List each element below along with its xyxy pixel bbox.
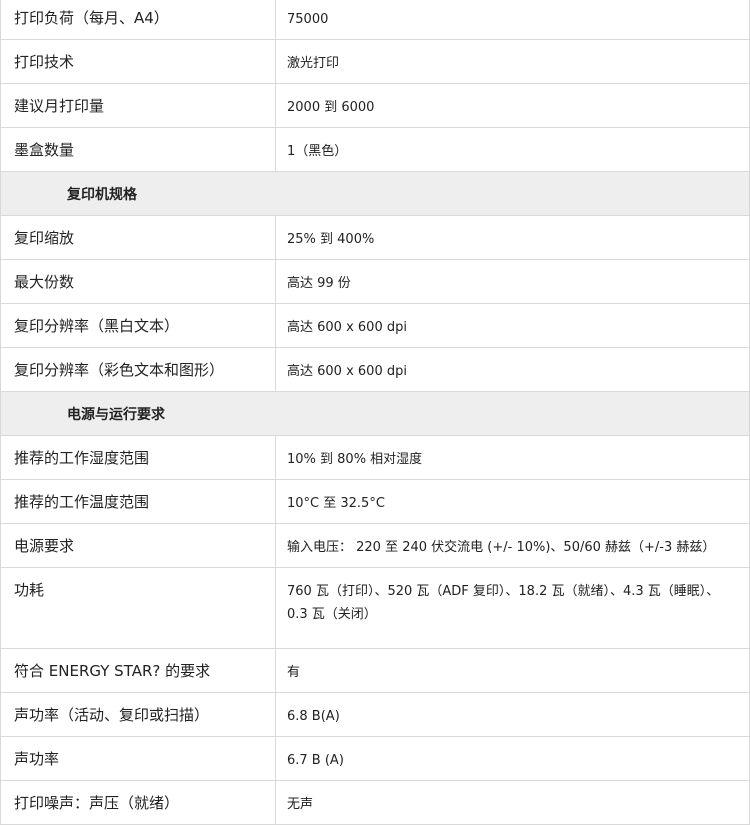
- section-header-row: 复印机规格: [0, 171, 750, 216]
- table-row: 墨盒数量 1（黑色）: [0, 127, 750, 172]
- row-value: 输入电压： 220 至 240 伏交流电 (+/- 10%)、50/60 赫兹（…: [275, 523, 750, 568]
- specs-table: 打印负荷（每月、A4） 75000 打印技术 激光打印 建议月打印量 2000 …: [0, 0, 750, 825]
- table-row: 打印负荷（每月、A4） 75000: [0, 0, 750, 40]
- row-label: 功耗: [0, 567, 276, 649]
- table-row: 推荐的工作湿度范围 10% 到 80% 相对湿度: [0, 435, 750, 480]
- row-value: 2000 到 6000: [275, 83, 750, 128]
- row-value: 25% 到 400%: [275, 215, 750, 260]
- table-row: 复印缩放 25% 到 400%: [0, 215, 750, 260]
- row-value: 6.7 B (A): [275, 736, 750, 781]
- row-value: 1（黑色）: [275, 127, 750, 172]
- row-label: 复印缩放: [0, 215, 276, 260]
- section-header-row: 电源与运行要求: [0, 391, 750, 436]
- row-value-line: 760 瓦（打印）、520 瓦（ADF 复印）、18.2 瓦（就绪）、4.3 瓦…: [287, 584, 720, 599]
- row-value: 有: [275, 648, 750, 693]
- table-row: 建议月打印量 2000 到 6000: [0, 83, 750, 128]
- row-label: 推荐的工作湿度范围: [0, 435, 276, 480]
- row-label: 电源要求: [0, 523, 276, 568]
- row-label: 声功率: [0, 736, 276, 781]
- section-title: 电源与运行要求: [0, 391, 750, 436]
- row-label: 复印分辨率（黑白文本）: [0, 303, 276, 348]
- row-label: 声功率（活动、复印或扫描）: [0, 692, 276, 737]
- table-row: 声功率（活动、复印或扫描） 6.8 B(A): [0, 692, 750, 737]
- table-row: 复印分辨率（黑白文本） 高达 600 x 600 dpi: [0, 303, 750, 348]
- row-label: 打印技术: [0, 39, 276, 84]
- row-label: 建议月打印量: [0, 83, 276, 128]
- table-row: 功耗 760 瓦（打印）、520 瓦（ADF 复印）、18.2 瓦（就绪）、4.…: [0, 567, 750, 649]
- table-row: 声功率 6.7 B (A): [0, 736, 750, 781]
- table-row: 复印分辨率（彩色文本和图形） 高达 600 x 600 dpi: [0, 347, 750, 392]
- section-title: 复印机规格: [0, 171, 750, 216]
- row-value: 6.8 B(A): [275, 692, 750, 737]
- row-label: 复印分辨率（彩色文本和图形）: [0, 347, 276, 392]
- table-row: 符合 ENERGY STAR? 的要求 有: [0, 648, 750, 693]
- table-row: 最大份数 高达 99 份: [0, 259, 750, 304]
- row-value: 760 瓦（打印）、520 瓦（ADF 复印）、18.2 瓦（就绪）、4.3 瓦…: [275, 567, 750, 649]
- row-value: 激光打印: [275, 39, 750, 84]
- row-label: 推荐的工作温度范围: [0, 479, 276, 524]
- row-label: 墨盒数量: [0, 127, 276, 172]
- row-value: 10% 到 80% 相对湿度: [275, 435, 750, 480]
- row-value: 高达 600 x 600 dpi: [275, 303, 750, 348]
- row-label: 最大份数: [0, 259, 276, 304]
- table-row: 推荐的工作温度范围 10°C 至 32.5°C: [0, 479, 750, 524]
- row-label: 符合 ENERGY STAR? 的要求: [0, 648, 276, 693]
- row-label: 打印负荷（每月、A4）: [0, 0, 276, 40]
- table-row: 打印技术 激光打印: [0, 39, 750, 84]
- row-value: 10°C 至 32.5°C: [275, 479, 750, 524]
- row-value-line: 0.3 瓦（关闭）: [287, 607, 377, 622]
- row-value: 高达 600 x 600 dpi: [275, 347, 750, 392]
- table-row: 电源要求 输入电压： 220 至 240 伏交流电 (+/- 10%)、50/6…: [0, 523, 750, 568]
- row-value: 75000: [275, 0, 750, 40]
- row-value: 高达 99 份: [275, 259, 750, 304]
